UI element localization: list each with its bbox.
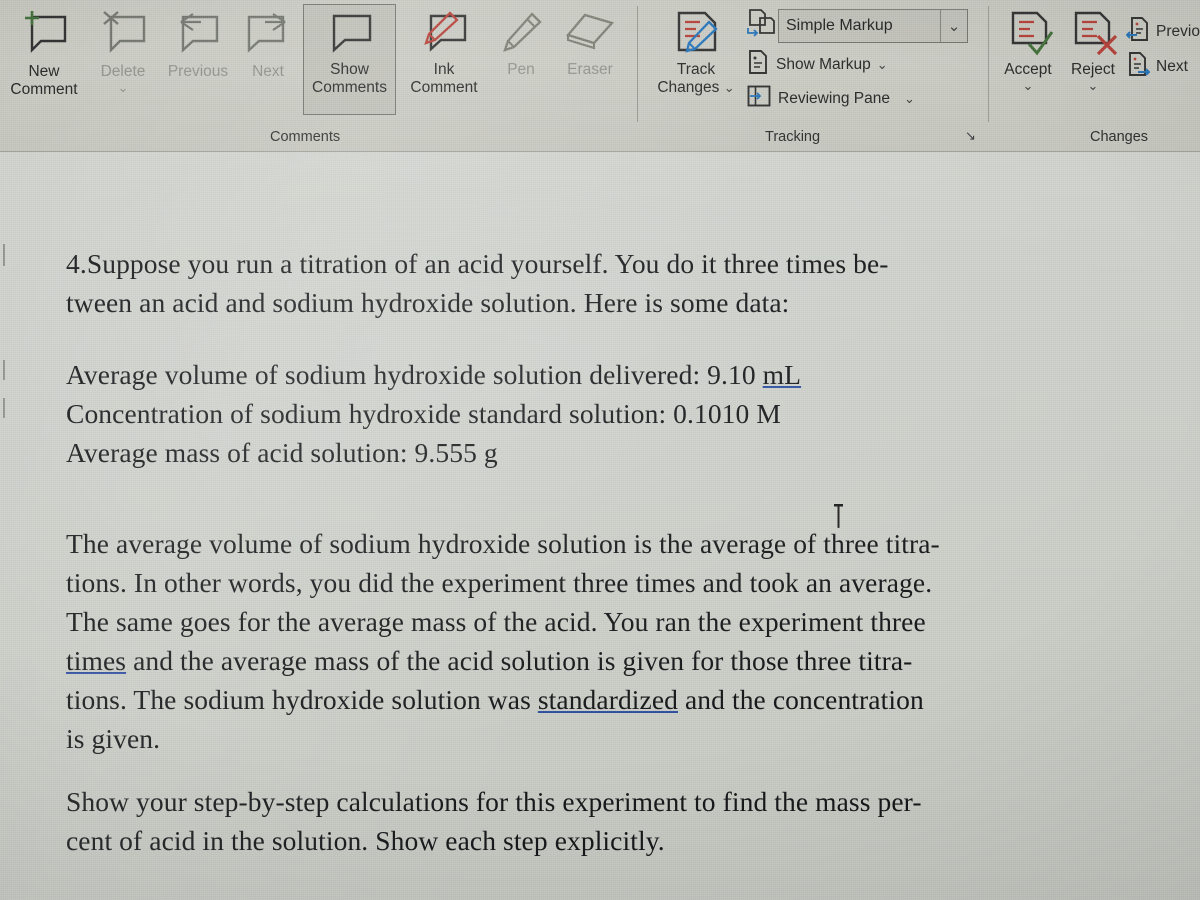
paragraph-text: The average volume of sodium hydroxide s… <box>66 528 940 637</box>
delete-comment-icon <box>96 8 150 63</box>
change-bar-marker <box>3 398 5 418</box>
i-beam-text-cursor <box>834 504 843 528</box>
change-bar-marker <box>3 244 5 266</box>
track-changes-icon <box>669 10 723 61</box>
delete-comment-label: Delete <box>100 63 146 81</box>
show-markup-icon <box>746 49 770 80</box>
new-comment-icon <box>17 8 71 63</box>
next-change-icon <box>1126 51 1151 82</box>
comments-group-label: Comments <box>270 129 341 145</box>
accept-change-button[interactable]: Accept ⌄ <box>996 10 1060 92</box>
display-for-review-dropdown[interactable]: Simple Markup ⌄ <box>778 9 968 43</box>
next-change-button[interactable]: Next <box>1126 51 1188 82</box>
ink-comment-label-line1: Ink <box>433 61 455 79</box>
delete-comment-chevron-down-icon[interactable]: ⌄ <box>118 81 129 94</box>
display-for-review-selected-value: Simple Markup <box>786 17 893 34</box>
previous-change-button[interactable]: Previo <box>1125 16 1200 47</box>
pen-label: Pen <box>507 61 535 79</box>
track-changes-button[interactable]: Track Changes ⌄ <box>650 10 742 97</box>
tracking-group-label: Tracking <box>765 129 821 145</box>
paragraph-text: Average volume of sodium hydroxide solut… <box>66 359 763 390</box>
show-markup-label: Show Markup <box>776 55 871 73</box>
spellcheck-error-word: standardized <box>537 684 679 715</box>
previous-change-icon <box>1125 16 1150 47</box>
delete-comment-button[interactable]: Delete ⌄ <box>90 8 156 94</box>
tracking-changes-divider <box>988 6 989 122</box>
reject-change-button[interactable]: Reject ⌄ <box>1062 10 1124 92</box>
previous-comment-label: Previous <box>167 63 229 81</box>
show-comments-icon <box>323 10 377 61</box>
new-comment-button[interactable]: New Comment <box>8 8 80 99</box>
ribbon-bottom-border <box>0 151 1200 152</box>
next-change-label: Next <box>1156 57 1188 75</box>
new-comment-label-line1: New <box>28 63 60 81</box>
paragraph-text: 4.Suppose you run a titration of an acid… <box>66 248 889 318</box>
paragraph-text: Show your step-by-step calculations for … <box>66 786 922 856</box>
change-bar-marker <box>3 360 5 380</box>
show-comments-button[interactable]: Show Comments <box>303 10 396 97</box>
accept-change-icon <box>1001 10 1055 61</box>
eraser-label: Eraser <box>567 61 613 79</box>
next-comment-icon <box>241 8 295 63</box>
previous-change-label: Previo <box>1156 22 1200 40</box>
show-markup-button[interactable]: Show Markup ⌄ <box>746 49 888 80</box>
previous-comment-button[interactable]: Previous <box>162 8 234 81</box>
ink-comment-button[interactable]: Ink Comment <box>400 10 488 97</box>
review-ribbon: New Comment Delete ⌄ Previous Next Show … <box>0 0 1200 152</box>
reject-change-chevron-down-icon[interactable]: ⌄ <box>1088 79 1099 92</box>
show-comments-label-line2: Comments <box>312 78 387 96</box>
display-for-review-icon <box>746 8 776 43</box>
accept-change-chevron-down-icon[interactable]: ⌄ <box>1023 79 1034 92</box>
track-changes-label-line2: Changes ⌄ <box>657 79 734 97</box>
changes-group-label: Changes <box>1090 129 1149 145</box>
eraser-button[interactable]: Eraser <box>554 10 626 79</box>
eraser-icon <box>563 10 617 61</box>
document-canvas[interactable]: 4.Suppose you run a titration of an acid… <box>0 152 1200 900</box>
reviewing-pane-chevron-down-icon[interactable]: ⌄ <box>904 92 915 105</box>
spellcheck-error-word: mL <box>762 359 802 390</box>
reviewing-pane-button[interactable]: Reviewing Pane ⌄ <box>746 84 915 113</box>
comments-tracking-divider <box>637 6 638 122</box>
reviewing-pane-label: Reviewing Pane <box>778 89 891 107</box>
track-changes-label-line1: Track <box>676 61 716 79</box>
reject-change-icon <box>1066 10 1120 61</box>
tracking-dialog-launcher[interactable]: ↘ <box>965 128 976 144</box>
previous-comment-icon <box>171 8 225 63</box>
reviewing-pane-icon <box>746 84 772 113</box>
ink-comment-label-line2: Comment <box>410 78 478 96</box>
reject-change-label: Reject <box>1071 61 1115 79</box>
pen-button[interactable]: Pen <box>494 10 548 79</box>
show-markup-chevron-down-icon[interactable]: ⌄ <box>877 58 888 71</box>
question-4-paragraph: 4.Suppose you run a titration of an acid… <box>66 244 1114 322</box>
spellcheck-error-word: times <box>66 645 127 676</box>
next-comment-label: Next <box>252 63 284 81</box>
screenshot-root: New Comment Delete ⌄ Previous Next Show … <box>0 0 1200 900</box>
data-block-paragraph: Average volume of sodium hydroxide solut… <box>66 355 1114 472</box>
accept-change-label: Accept <box>1004 61 1052 79</box>
ink-comment-icon <box>417 10 471 61</box>
track-changes-label-line2-text: Changes <box>657 78 720 96</box>
explanation-paragraph: The average volume of sodium hydroxide s… <box>66 524 1114 758</box>
display-for-review-chevron-down-icon[interactable]: ⌄ <box>941 19 967 34</box>
pen-icon <box>494 10 548 61</box>
paragraph-text: Concentration of sodium hydroxide standa… <box>66 398 781 468</box>
new-comment-label-line2: Comment <box>10 80 78 98</box>
next-comment-button[interactable]: Next <box>240 8 296 81</box>
show-comments-label-line1: Show <box>330 61 369 79</box>
instruction-paragraph: Show your step-by-step calculations for … <box>66 782 1114 860</box>
track-changes-chevron-down-icon[interactable]: ⌄ <box>724 81 735 94</box>
